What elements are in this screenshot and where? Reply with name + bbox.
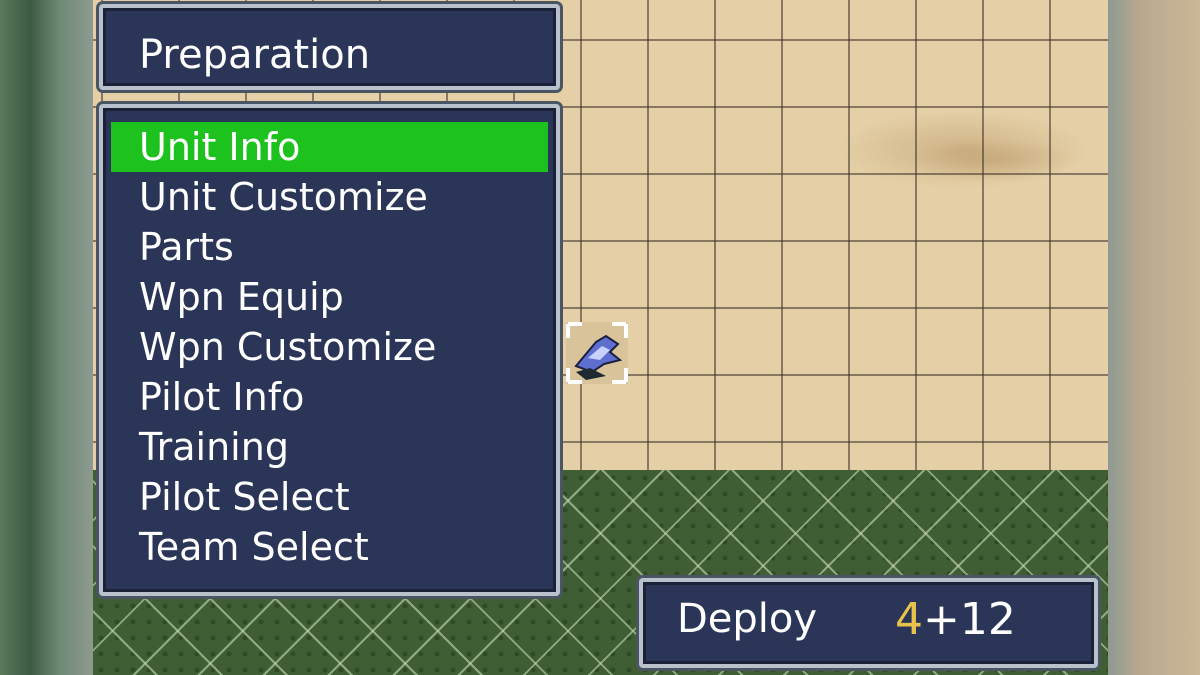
deploy-label: Deploy (677, 596, 818, 642)
deploy-count-extra: +12 (923, 594, 1016, 645)
menu-list: Unit Info Unit Customize Parts Wpn Equip… (111, 122, 548, 572)
mech-unit-icon[interactable] (566, 322, 628, 384)
menu-item-wpn-equip[interactable]: Wpn Equip (111, 272, 548, 322)
menu-item-unit-customize[interactable]: Unit Customize (111, 172, 548, 222)
menu-item-unit-info[interactable]: Unit Info (111, 122, 548, 172)
deploy-count-current: 4 (895, 594, 923, 645)
deploy-panel: Deploy 4+12 (639, 578, 1098, 668)
page-title: Preparation (139, 32, 371, 78)
game-screen: Preparation Unit Info Unit Customize Par… (93, 0, 1108, 675)
menu-item-wpn-customize[interactable]: Wpn Customize (111, 322, 548, 372)
menu-item-training[interactable]: Training (111, 422, 548, 472)
menu-item-pilot-select[interactable]: Pilot Select (111, 472, 548, 522)
menu-item-team-select[interactable]: Team Select (111, 522, 548, 572)
menu-item-parts[interactable]: Parts (111, 222, 548, 272)
preparation-menu: Unit Info Unit Customize Parts Wpn Equip… (99, 104, 560, 596)
menu-item-pilot-info[interactable]: Pilot Info (111, 372, 548, 422)
deploy-count: 4+12 (895, 594, 1016, 645)
preparation-header-panel: Preparation (99, 4, 560, 90)
